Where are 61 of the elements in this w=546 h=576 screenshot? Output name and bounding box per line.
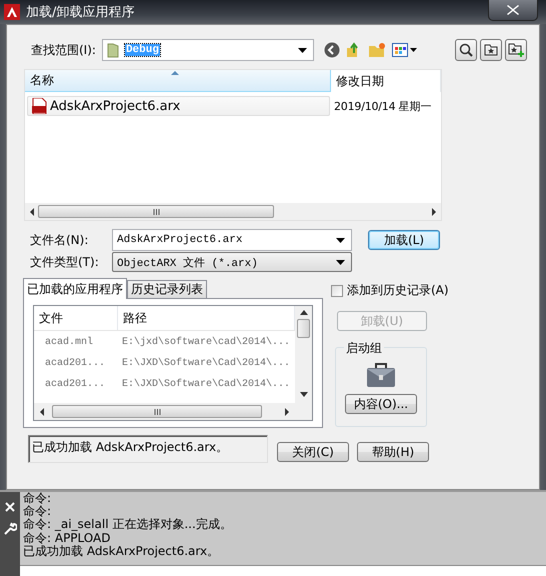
window-title: 加载/卸载应用程序 bbox=[26, 4, 134, 21]
star-folder-icon bbox=[484, 44, 498, 56]
look-in-label: 查找范围(I): bbox=[31, 42, 96, 58]
tab[interactable]: 已加载的应用程序 bbox=[23, 278, 127, 299]
favorites-button[interactable] bbox=[480, 39, 502, 61]
scroll-left-icon[interactable] bbox=[28, 208, 36, 216]
view-menu-icon[interactable] bbox=[392, 43, 418, 57]
back-icon[interactable] bbox=[324, 42, 340, 58]
command-line: 已成功加载 AdskArxProject6.arx。 bbox=[23, 544, 220, 558]
star-folder-plus-icon bbox=[508, 43, 524, 57]
table-cell-text: E:\JXD\Software\Cad\2014\... bbox=[121, 378, 292, 392]
new-folder-icon[interactable] bbox=[368, 42, 386, 58]
table-cell-text: acad201... bbox=[44, 378, 106, 392]
scroll-down-icon[interactable] bbox=[300, 392, 308, 397]
scroll-left-icon[interactable] bbox=[38, 408, 46, 416]
file-name-label: 文件名(N): bbox=[30, 232, 90, 248]
dropdown-arrow-icon bbox=[336, 260, 345, 264]
scroll-right-icon[interactable] bbox=[283, 408, 291, 416]
search-icon bbox=[459, 43, 473, 57]
command-line: 命令: bbox=[23, 505, 52, 518]
contents-button[interactable]: 内容(O)... bbox=[345, 394, 417, 414]
scrollbar-thumb[interactable] bbox=[38, 205, 274, 218]
sort-arrow-icon bbox=[171, 71, 179, 75]
table-cell-text: E:\JXD\Software\Cad\2014\... bbox=[121, 356, 292, 370]
folder-icon bbox=[106, 42, 119, 58]
briefcase-icon bbox=[366, 362, 396, 388]
checkbox[interactable] bbox=[331, 284, 343, 296]
scrollbar-thumb[interactable] bbox=[297, 319, 310, 338]
date-cell-text: 2019/10/14 星期一 bbox=[333, 98, 432, 114]
tab[interactable]: 历史记录列表 bbox=[127, 280, 207, 298]
scrollbar-thumb[interactable] bbox=[52, 405, 262, 418]
file-type-label: 文件类型(T): bbox=[30, 254, 100, 270]
command-line: 命令: APPLOAD bbox=[23, 532, 112, 545]
command-input[interactable] bbox=[20, 565, 546, 576]
wrench-icon[interactable] bbox=[3, 522, 17, 536]
column-header[interactable]: 名称 bbox=[25, 70, 331, 92]
help-button[interactable]: 帮助(H) bbox=[357, 442, 429, 462]
find-button[interactable] bbox=[455, 39, 477, 61]
dropdown-arrow-icon bbox=[298, 48, 307, 52]
app-logo-icon bbox=[4, 4, 20, 20]
close-button[interactable] bbox=[488, 0, 538, 21]
command-line: 命令: _ai_selall 正在选择对象...完成。 bbox=[23, 518, 233, 532]
file-name-field[interactable]: AdskArxProject6.arx bbox=[112, 229, 352, 251]
add-favorite-button[interactable] bbox=[505, 39, 527, 61]
scroll-right-icon[interactable] bbox=[430, 208, 438, 216]
load-button[interactable]: 加载(L) bbox=[368, 230, 440, 250]
dropdown-arrow-icon bbox=[336, 238, 345, 242]
file-icon bbox=[31, 98, 47, 114]
table-cell-text: acad.mnl bbox=[44, 336, 94, 350]
close-icon[interactable] bbox=[5, 502, 15, 512]
scroll-up-icon[interactable] bbox=[300, 310, 308, 315]
table-cell-text: E:\jxd\software\cad\2014\... bbox=[121, 336, 292, 350]
group-title: 启动组 bbox=[344, 340, 384, 357]
close-icon bbox=[507, 5, 519, 15]
status-message: 已成功加载 AdskArxProject6.arx。 bbox=[32, 440, 228, 454]
add-to-history-checkbox[interactable]: 添加到历史记录(A) bbox=[331, 282, 449, 299]
file-type-dropdown[interactable]: ObjectARX 文件 (*.arx) bbox=[112, 252, 352, 272]
close-dialog-button[interactable]: 关闭(C) bbox=[277, 442, 349, 462]
file-name: AdskArxProject6.arx bbox=[50, 98, 180, 114]
command-line: 命令: bbox=[23, 492, 52, 505]
table-cell-text: acad201... bbox=[44, 356, 106, 370]
